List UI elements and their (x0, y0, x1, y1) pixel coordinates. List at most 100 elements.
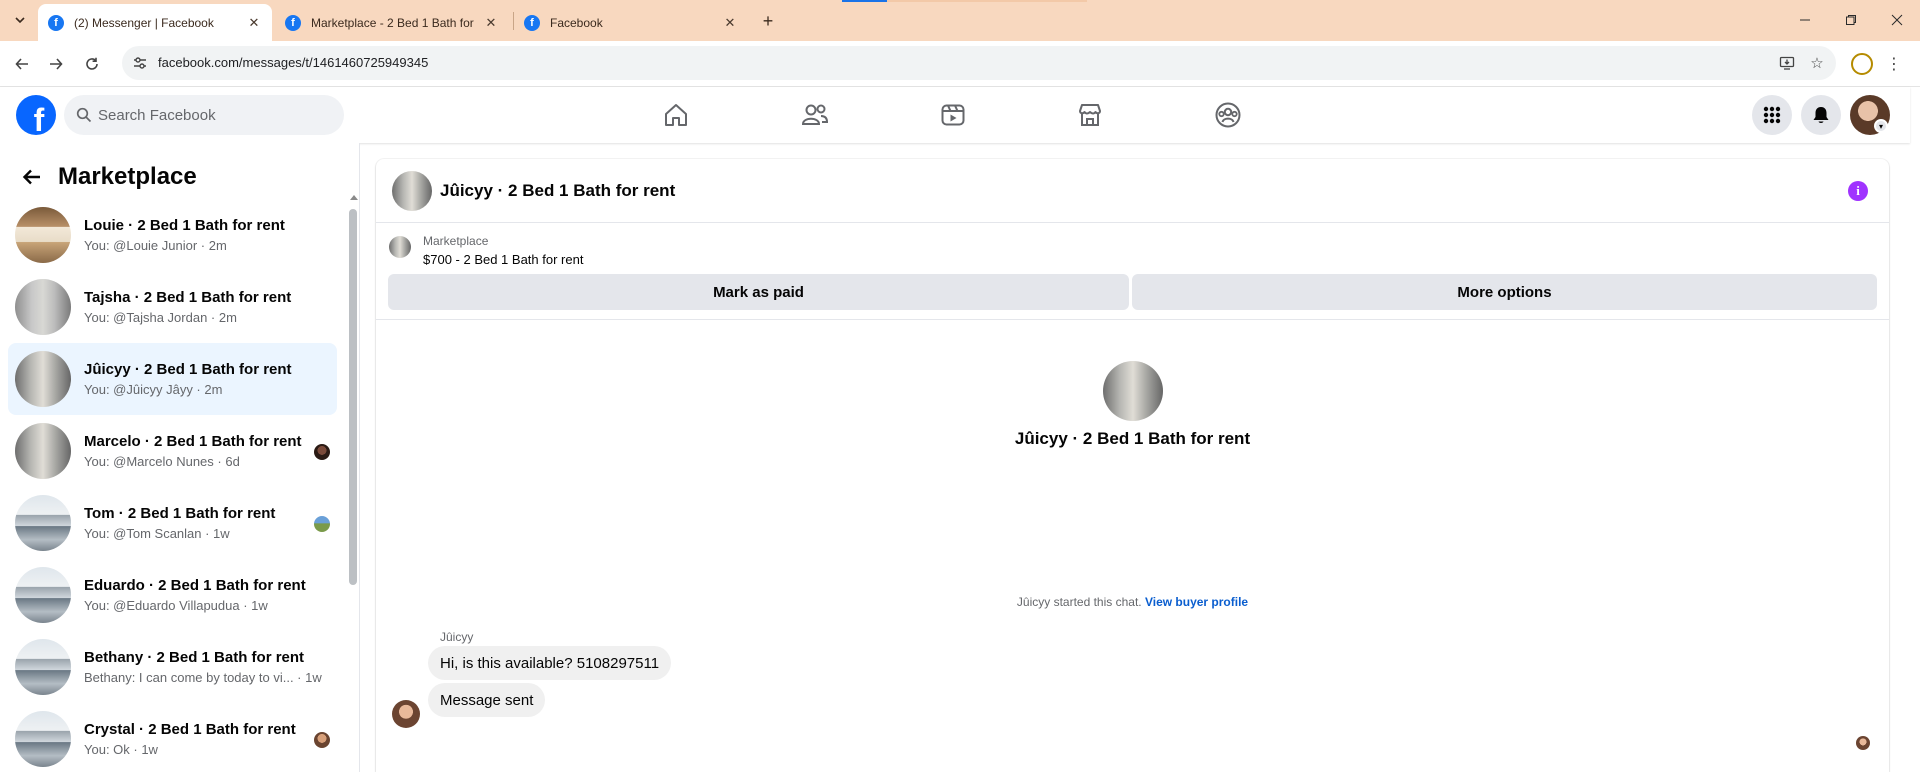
conversation-name: Louie · 2 Bed 1 Bath for rent (84, 217, 285, 234)
bookmark-star-icon[interactable]: ☆ (1808, 54, 1826, 72)
listing-thumbnail (15, 711, 71, 767)
tab-title: Facebook (550, 15, 603, 30)
back-arrow-icon[interactable] (10, 52, 34, 76)
browser-tab-facebook[interactable]: f Facebook ✕ (514, 4, 748, 41)
nav-marketplace[interactable] (1034, 87, 1146, 143)
menu-grid-button[interactable] (1752, 95, 1792, 135)
message-bubble[interactable]: Message sent (428, 683, 546, 717)
search-box[interactable] (64, 95, 344, 135)
message-sender-name: Jûicyy (440, 630, 474, 644)
facebook-favicon-icon: f (285, 14, 301, 31)
conversation-item-tom[interactable]: Tom · 2 Bed 1 Bath for rent You: @Tom Sc… (8, 487, 337, 559)
conversation-list: Louie · 2 Bed 1 Bath for rent You: @Loui… (8, 199, 346, 772)
chat-title[interactable]: Jûicyy · 2 Bed 1 Bath for rent (440, 181, 675, 201)
tab-strip-indicator (842, 0, 887, 2)
conversation-item-tajsha[interactable]: Tajsha · 2 Bed 1 Bath for rent You: @Taj… (8, 271, 337, 343)
seen-receipt-avatar (1856, 736, 1870, 750)
conversation-name: Tom · 2 Bed 1 Bath for rent (84, 505, 276, 522)
facebook-logo[interactable]: f (16, 95, 56, 135)
info-icon[interactable]: i (1848, 181, 1868, 201)
browser-tab-messenger[interactable]: f (2) Messenger | Facebook ✕ (38, 4, 272, 41)
back-arrow-icon[interactable] (20, 165, 44, 189)
scroll-up-arrow-icon[interactable] (350, 195, 358, 200)
browser-tab-marketplace[interactable]: f Marketplace - 2 Bed 1 Bath for ✕ (275, 4, 509, 41)
conversation-preview: You: @Louie Junior · 2m (84, 238, 227, 253)
chat-started-text: Jûicyy started this chat. (1016, 595, 1142, 609)
listing-thumbnail (15, 279, 71, 335)
conversation-name: Bethany · 2 Bed 1 Bath for rent (84, 649, 305, 666)
conversation-intro-avatar (1103, 361, 1163, 421)
minimize-window-icon[interactable] (1790, 8, 1820, 32)
video-icon (941, 104, 965, 126)
mark-as-paid-button[interactable]: Mark as paid (388, 274, 1129, 310)
groups-icon (1215, 102, 1241, 128)
search-input[interactable] (98, 95, 328, 135)
notifications-button[interactable] (1801, 95, 1841, 135)
conversation-name: Marcelo · 2 Bed 1 Bath for rent (84, 433, 302, 450)
nav-friends[interactable] (759, 87, 871, 143)
conversation-intro-name: Jûicyy · 2 Bed 1 Bath for rent (1014, 429, 1251, 448)
friends-icon (801, 104, 829, 125)
address-bar[interactable]: facebook.com/messages/t/1461460725949345… (122, 46, 1836, 80)
marketplace-conversation-panel: Marketplace Louie · 2 Bed 1 Bath for ren… (0, 143, 360, 772)
conversation-preview: You: @Marcelo Nunes · 6d (84, 454, 240, 469)
forward-arrow-icon[interactable] (44, 52, 68, 76)
facebook-logo-letter: f (33, 102, 45, 135)
new-tab-plus-icon[interactable]: + (756, 9, 780, 33)
sender-avatar[interactable] (392, 700, 420, 728)
conversation-preview: You: Ok · 1w (84, 742, 158, 757)
bell-icon (1813, 107, 1829, 123)
account-chevron-down-icon[interactable]: ▾ (1874, 119, 1888, 133)
reload-icon[interactable] (80, 52, 104, 76)
listing-thumbnail (15, 567, 71, 623)
browser-menu-icon[interactable]: ⋮ (1886, 53, 1902, 75)
browser-profile-icon[interactable] (1851, 53, 1873, 75)
more-options-button[interactable]: More options (1132, 274, 1877, 310)
nav-groups[interactable] (1172, 87, 1284, 143)
panel-title: Marketplace (58, 163, 197, 190)
nav-home[interactable] (620, 87, 732, 143)
read-receipt-avatar (314, 444, 330, 460)
close-tab-icon[interactable]: ✕ (722, 15, 738, 31)
listing-price[interactable]: $700 - 2 Bed 1 Bath for rent (423, 252, 583, 267)
conversation-name: Tajsha · 2 Bed 1 Bath for rent (84, 289, 292, 306)
conversation-preview: You: @Tajsha Jordan · 2m (84, 310, 237, 325)
listing-banner: Marketplace $700 - 2 Bed 1 Bath for rent… (376, 224, 1889, 320)
listing-thumbnail (15, 495, 71, 551)
nav-video[interactable] (897, 87, 1009, 143)
chat-header: Jûicyy · 2 Bed 1 Bath for rent i (376, 159, 1889, 223)
listing-thumbnail (15, 423, 71, 479)
close-tab-icon[interactable]: ✕ (246, 15, 262, 31)
chat-avatar[interactable] (392, 171, 432, 211)
tab-title: Marketplace - 2 Bed 1 Bath for (311, 15, 474, 30)
message-bubble[interactable]: Hi, is this available? 5108297511 (428, 646, 672, 680)
panel-header: Marketplace (20, 159, 197, 195)
install-app-icon[interactable] (1778, 54, 1796, 72)
restore-window-icon[interactable] (1836, 8, 1866, 32)
site-settings-icon[interactable] (132, 55, 148, 71)
facebook-header: f ▾ (0, 87, 1910, 143)
conversation-name: Eduardo · 2 Bed 1 Bath for rent (84, 577, 306, 594)
url-text[interactable]: facebook.com/messages/t/1461460725949345 (158, 55, 428, 70)
chat-start-notice: Jûicyy started this chat. View buyer pro… (376, 595, 1889, 609)
conversation-item-louie[interactable]: Louie · 2 Bed 1 Bath for rent You: @Loui… (8, 199, 337, 271)
marketplace-store-icon (1079, 104, 1101, 126)
close-window-icon[interactable] (1882, 8, 1912, 32)
view-buyer-profile-link[interactable]: View buyer profile (1145, 595, 1248, 609)
tab-title: (2) Messenger | Facebook (74, 15, 214, 30)
conversation-item-bethany[interactable]: Bethany · 2 Bed 1 Bath for rent Bethany:… (8, 631, 337, 703)
listing-source: Marketplace (423, 234, 489, 248)
conversation-list-scrollbar[interactable] (349, 209, 357, 585)
search-icon (76, 107, 92, 123)
close-tab-icon[interactable]: ✕ (483, 15, 499, 31)
conversation-item-eduardo[interactable]: Eduardo · 2 Bed 1 Bath for rent You: @Ed… (8, 559, 337, 631)
tab-search-chevron-icon[interactable] (8, 8, 32, 32)
conversation-item-marcelo[interactable]: Marcelo · 2 Bed 1 Bath for rent You: @Ma… (8, 415, 337, 487)
conversation-item-juicyy[interactable]: Jûicyy · 2 Bed 1 Bath for rent You: @Jûi… (8, 343, 337, 415)
conversation-name: Crystal · 2 Bed 1 Bath for rent (84, 721, 296, 738)
conversation-preview: You: @Eduardo Villapudua · 1w (84, 598, 268, 613)
home-icon (665, 104, 687, 126)
conversation-item-crystal[interactable]: Crystal · 2 Bed 1 Bath for rent You: Ok … (8, 703, 337, 772)
conversation-preview: You: @Jûicyy Jâyy · 2m (84, 382, 223, 397)
listing-thumbnail[interactable] (389, 236, 411, 258)
